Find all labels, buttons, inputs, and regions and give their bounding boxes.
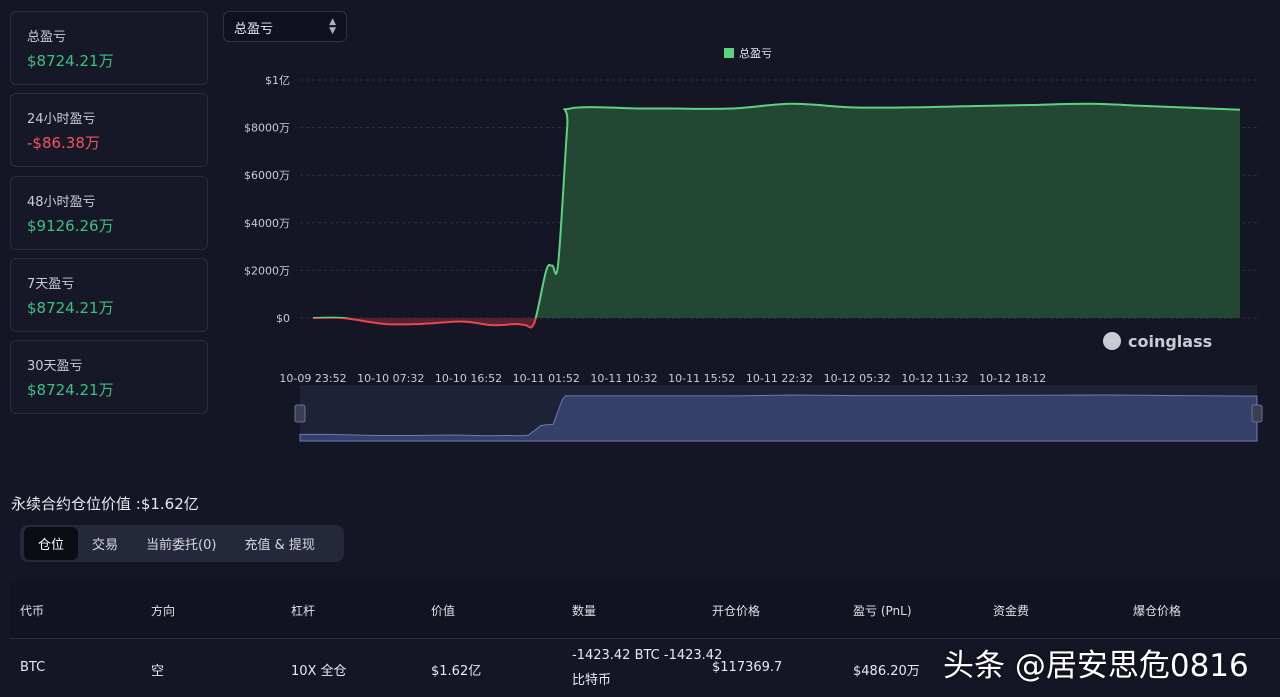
coinglass-logo: coinglass	[1103, 332, 1212, 351]
x-tick-label: 10-09 23:52	[279, 372, 346, 385]
tab-bar: 仓位 交易 当前委托(0) 充值 & 提现	[20, 525, 344, 562]
coinglass-brand: coinglass	[1128, 332, 1212, 351]
pnl-area-positive	[313, 103, 1240, 318]
col-entry-price: 开仓价格	[712, 604, 761, 618]
watermark: 头条 @居安思危0816	[943, 648, 1249, 684]
y-tick-label: $4000万	[244, 217, 290, 230]
col-pnl: 盈亏 (PnL)	[853, 604, 912, 618]
legend-swatch	[724, 48, 734, 58]
x-tick-label: 10-11 22:32	[746, 372, 813, 385]
cell-entry-price: $117369.7	[712, 660, 783, 675]
y-axis-labels: $1亿 $8000万 $6000万 $4000万 $2000万 $0	[244, 74, 290, 325]
chart-legend[interactable]: 总盈亏	[724, 46, 772, 60]
chart-navigator[interactable]	[294, 385, 1263, 442]
x-tick-label: 10-12 11:32	[901, 372, 968, 385]
coinglass-icon	[1103, 332, 1121, 350]
col-direction: 方向	[151, 604, 176, 618]
cell-value: $1.62亿	[431, 664, 482, 679]
x-tick-label: 10-11 15:52	[668, 372, 735, 385]
col-liq-price: 爆仓价格	[1133, 604, 1182, 618]
col-leverage: 杠杆	[291, 604, 316, 618]
x-tick-label: 10-11 10:32	[590, 372, 657, 385]
col-token: 代币	[20, 604, 45, 618]
tab-positions[interactable]: 仓位	[24, 527, 79, 560]
y-tick-label: $8000万	[244, 122, 290, 135]
x-axis-labels: 10-09 23:52 10-10 07:32 10-10 16:52 10-11 0…	[279, 372, 1046, 385]
navigator-right-handle[interactable]	[1251, 404, 1263, 423]
col-value: 价值	[431, 604, 456, 618]
cell-token: BTC	[20, 660, 46, 675]
perp-position-value-title: 永续合约仓位价值 :$1.62亿	[11, 495, 199, 513]
cell-quantity-line1: -1423.42 BTC -1423.42	[572, 648, 723, 663]
cell-leverage: 10X 全仓	[291, 664, 347, 679]
x-tick-label: 10-12 18:12	[979, 372, 1046, 385]
navigator-left-handle[interactable]	[294, 404, 306, 423]
col-quantity: 数量	[572, 604, 597, 618]
tab-open-orders[interactable]: 当前委托(0)	[132, 527, 230, 560]
col-funding: 资金费	[993, 604, 1030, 618]
x-tick-label: 10-10 16:52	[435, 372, 502, 385]
y-tick-label: $1亿	[265, 74, 290, 87]
y-tick-label: $2000万	[244, 264, 290, 277]
tab-deposit-withdraw[interactable]: 充值 & 提现	[230, 527, 328, 560]
y-tick-label: $0	[276, 312, 290, 325]
y-tick-label: $6000万	[244, 169, 290, 182]
x-tick-label: 10-12 05:32	[824, 372, 891, 385]
table-header: 代币 方向 杠杆 价值 数量 开仓价格 盈亏 (PnL) 资金费 爆仓价格	[10, 582, 1280, 639]
cell-direction: 空	[151, 664, 165, 679]
x-tick-label: 10-11 01:52	[513, 372, 580, 385]
cell-quantity-line2: 比特币	[572, 673, 612, 688]
legend-label: 总盈亏	[739, 46, 772, 60]
x-tick-label: 10-10 07:32	[357, 372, 424, 385]
pnl-chart: 总盈亏 $1亿 $8000万 $6000万 $4000万 $2000万 $0 coingl…	[244, 46, 1263, 442]
tab-trades[interactable]: 交易	[78, 527, 132, 560]
cell-pnl: $486.20万	[853, 664, 920, 679]
